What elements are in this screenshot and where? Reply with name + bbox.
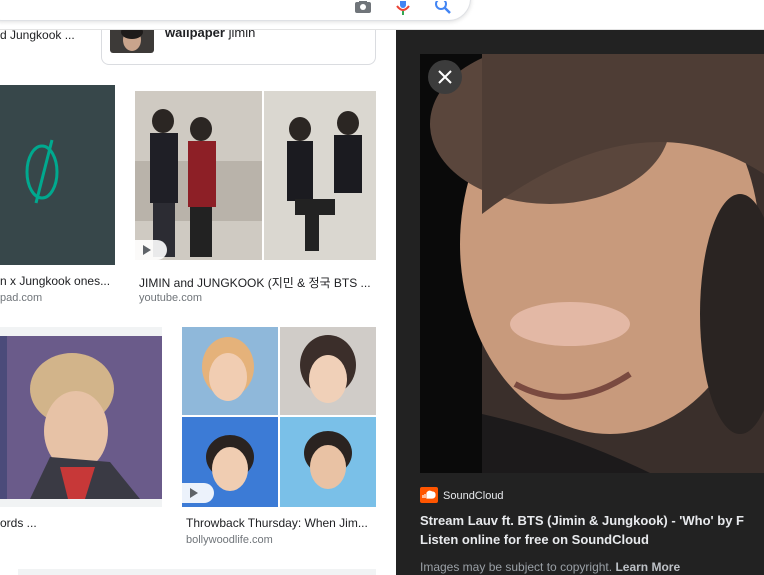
related-search-chip[interactable]: wallpaper jimin: [101, 30, 376, 65]
learn-more-link[interactable]: Learn More: [615, 560, 680, 574]
result-caption-3[interactable]: ords ...: [0, 516, 160, 530]
result-caption-1[interactable]: n x Jungkook ones...: [0, 274, 112, 288]
preview-image[interactable]: [420, 54, 764, 473]
related-label[interactable]: d Jungkook ...: [0, 30, 95, 42]
camera-icon[interactable]: [353, 0, 373, 15]
chip-text: wallpaper jimin: [165, 30, 255, 40]
page: d Jungkook ... wallpaper jimin n x Jungk…: [0, 0, 764, 575]
result-thumbnail-4[interactable]: [182, 327, 376, 507]
preview-panel: SoundCloud Stream Lauv ft. BTS (Jimin & …: [396, 30, 764, 575]
mic-icon[interactable]: [393, 0, 413, 15]
copyright-text: Images may be subject to copyright.: [420, 560, 613, 574]
close-icon: [438, 70, 452, 84]
chip-thumbnail: [110, 30, 154, 53]
search-icon[interactable]: [433, 0, 453, 15]
soundcloud-icon: [420, 487, 438, 503]
play-icon: [182, 483, 214, 503]
result-caption-4[interactable]: Throwback Thursday: When Jim...: [186, 516, 374, 530]
results-panel: d Jungkook ... wallpaper jimin n x Jungk…: [0, 30, 396, 575]
preview-source-name[interactable]: SoundCloud: [443, 490, 504, 502]
result-thumbnail-3[interactable]: [0, 327, 162, 507]
preview-title[interactable]: Stream Lauv ft. BTS (Jimin & Jungkook) -…: [420, 511, 764, 549]
top-bar: [0, 0, 764, 30]
copyright-notice: Images may be subject to copyright. Lear…: [420, 560, 680, 574]
result-source-2[interactable]: youtube.com: [139, 292, 202, 304]
result-thumbnail-1[interactable]: [0, 85, 115, 265]
close-button[interactable]: [428, 60, 462, 94]
chip-bold: wallpaper: [165, 30, 225, 40]
next-row-placeholder: [18, 569, 376, 575]
search-box[interactable]: [0, 0, 471, 21]
result-source-4[interactable]: bollywoodlife.com: [186, 534, 273, 546]
chip-rest: jimin: [228, 30, 256, 40]
play-icon: [135, 240, 167, 260]
result-source-1[interactable]: pad.com: [0, 292, 42, 304]
result-caption-2[interactable]: JIMIN and JUNGKOOK (지민 & 정국 BTS ...: [139, 274, 376, 291]
result-thumbnail-2[interactable]: [135, 91, 376, 260]
